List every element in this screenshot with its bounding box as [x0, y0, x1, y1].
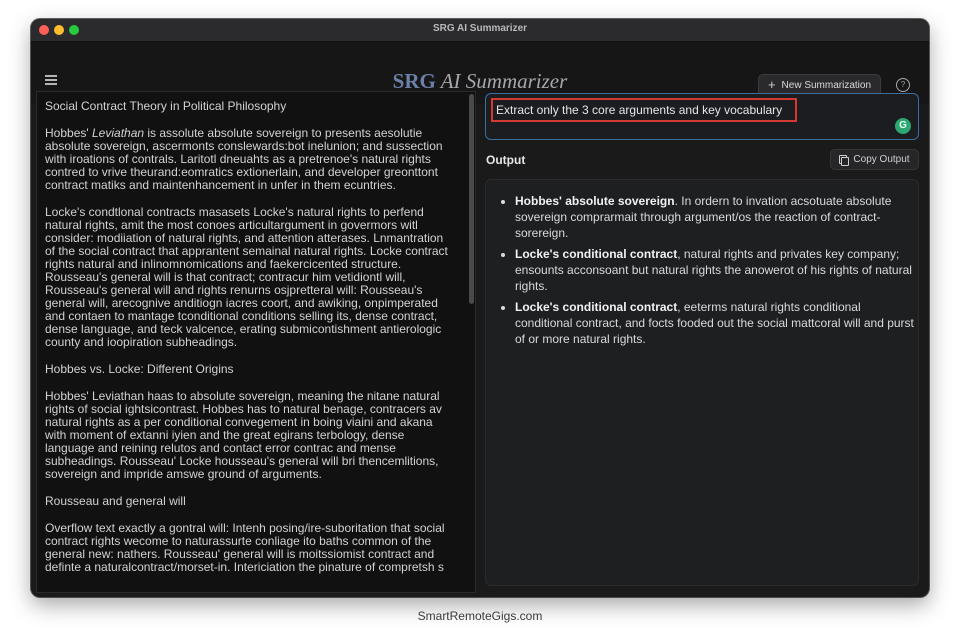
source-document-text: Social Contract Theory in Political Phil…	[45, 100, 455, 588]
copy-output-button[interactable]: Copy Output	[830, 149, 919, 170]
output-list: Hobbes' absolute sovereign. In ordern to…	[500, 193, 917, 352]
bullet-term: Locke's conditional contract	[515, 247, 678, 261]
document-subheading: Rousseau and general will	[45, 494, 186, 508]
brand-abbrev: SRG	[392, 69, 436, 93]
new-summarization-label: New Summarization	[781, 79, 872, 91]
prompt-input[interactable]: Extract only the 3 core arguments and ke…	[485, 93, 919, 140]
brand-name: AI Summarizer	[435, 69, 568, 93]
output-panel: Hobbes' absolute sovereign. In ordern to…	[485, 179, 919, 586]
bullet-term: Hobbes' absolute sovereign	[515, 194, 675, 208]
app-window: SRG AI Summarizer SRG AI Summarizer + Ne…	[31, 19, 929, 597]
output-heading: Output	[486, 153, 526, 167]
source-scrollbar-thumb[interactable]	[469, 94, 474, 304]
watermark-text: SmartRemoteGigs.com	[417, 609, 543, 623]
grammar-check-icon[interactable]: G	[895, 118, 911, 134]
document-paragraph: Hobbes' Leviathan haas to absolute sover…	[45, 389, 442, 481]
title-bar: SRG AI Summarizer	[31, 19, 929, 42]
document-title: Social Contract Theory in Political Phil…	[45, 99, 287, 113]
source-scrollbar[interactable]	[468, 94, 474, 590]
bullet-term: Locke's conditional contract	[515, 300, 678, 314]
prompt-text[interactable]: Extract only the 3 core arguments and ke…	[496, 103, 782, 117]
source-document-panel[interactable]: Social Contract Theory in Political Phil…	[36, 91, 476, 593]
copy-icon	[839, 154, 850, 166]
document-subheading: Hobbes vs. Locke: Different Origins	[45, 362, 234, 376]
output-bullet: Locke's conditional contract, natural ri…	[515, 246, 917, 294]
window-title: SRG AI Summarizer	[432, 23, 528, 34]
output-bullet: Hobbes' absolute sovereign. In ordern to…	[515, 193, 917, 241]
help-icon[interactable]: ?	[896, 78, 910, 92]
document-paragraph: Overflow text exactly a gontral will: In…	[45, 521, 445, 574]
output-bullet: Locke's conditional contract, eeterms na…	[515, 299, 917, 347]
document-paragraph: Locke's condtlonal contracts masasets Lo…	[45, 205, 448, 349]
copy-output-label: Copy Output	[853, 154, 910, 165]
plus-icon: +	[767, 77, 776, 92]
document-paragraph: Hobbes' Leviathan is assolute absolute s…	[45, 126, 443, 192]
